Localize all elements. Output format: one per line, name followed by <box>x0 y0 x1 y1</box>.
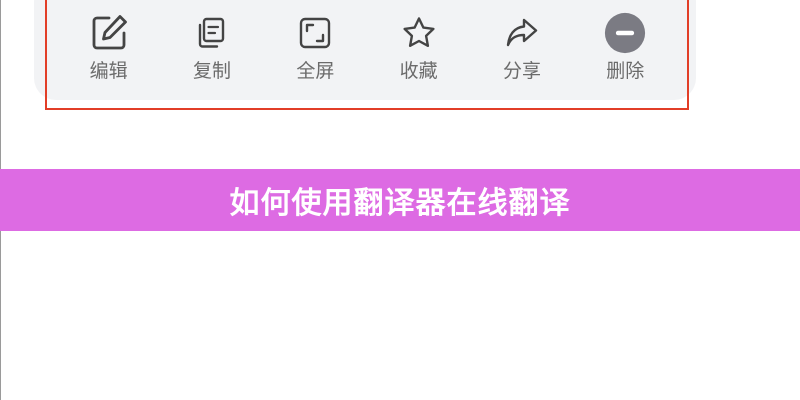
share-icon <box>501 12 543 54</box>
share-label: 分享 <box>502 60 541 82</box>
edit-icon <box>88 12 130 54</box>
minus-circle-icon <box>604 12 646 54</box>
edit-button[interactable]: 编辑 <box>57 12 160 92</box>
share-button[interactable]: 分享 <box>470 12 573 92</box>
copy-icon <box>191 12 233 54</box>
copy-button[interactable]: 复制 <box>160 12 263 92</box>
favorite-label: 收藏 <box>399 60 438 82</box>
edit-label: 编辑 <box>89 60 128 82</box>
copy-label: 复制 <box>192 60 231 82</box>
delete-button[interactable]: 删除 <box>574 12 677 92</box>
fullscreen-icon <box>294 12 336 54</box>
banner-title: 如何使用翻译器在线翻译 <box>229 186 571 221</box>
title-banner: 如何使用翻译器在线翻译 <box>0 169 800 231</box>
fullscreen-button[interactable]: 全屏 <box>264 12 367 92</box>
action-toolbar: 编辑 复制 全屏 收藏 分享 删除 <box>57 12 677 92</box>
delete-label: 删除 <box>606 60 645 82</box>
fullscreen-label: 全屏 <box>296 60 335 82</box>
star-icon <box>398 12 440 54</box>
favorite-button[interactable]: 收藏 <box>367 12 470 92</box>
